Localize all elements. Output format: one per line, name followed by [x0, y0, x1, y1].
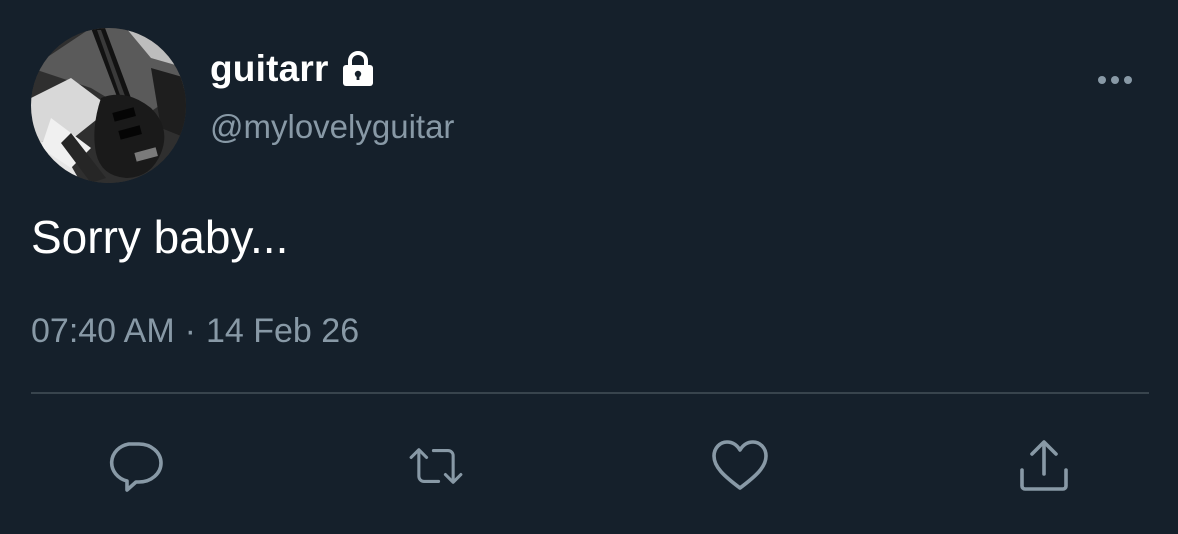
timestamp-separator: · — [184, 312, 196, 350]
lock-icon — [339, 50, 377, 88]
reply-icon — [109, 442, 163, 492]
retweet-icon — [409, 448, 463, 484]
more-options-button[interactable] — [1090, 60, 1140, 100]
like-button[interactable] — [710, 436, 770, 496]
user-handle[interactable]: @mylovelyguitar — [210, 108, 454, 146]
display-name-row[interactable]: guitarr — [210, 46, 377, 92]
divider — [31, 392, 1149, 394]
retweet-button[interactable] — [406, 436, 466, 496]
share-button[interactable] — [1014, 436, 1074, 496]
reply-button[interactable] — [105, 436, 165, 496]
like-icon — [712, 440, 768, 490]
tweet-timestamp: 07:40 AM · 14 Feb 26 — [31, 312, 359, 351]
tweet-time[interactable]: 07:40 AM — [31, 312, 175, 351]
display-name: guitarr — [210, 48, 329, 89]
avatar-guitar-photo — [31, 28, 186, 183]
avatar[interactable] — [31, 28, 186, 183]
share-icon — [1020, 440, 1068, 491]
more-options-icon — [1098, 76, 1132, 84]
tweet-text: Sorry baby... — [31, 211, 289, 263]
tweet-detail: guitarr @mylovelyguitar Sorry baby... 07… — [0, 0, 1178, 534]
tweet-date[interactable]: 14 Feb 26 — [206, 312, 359, 351]
